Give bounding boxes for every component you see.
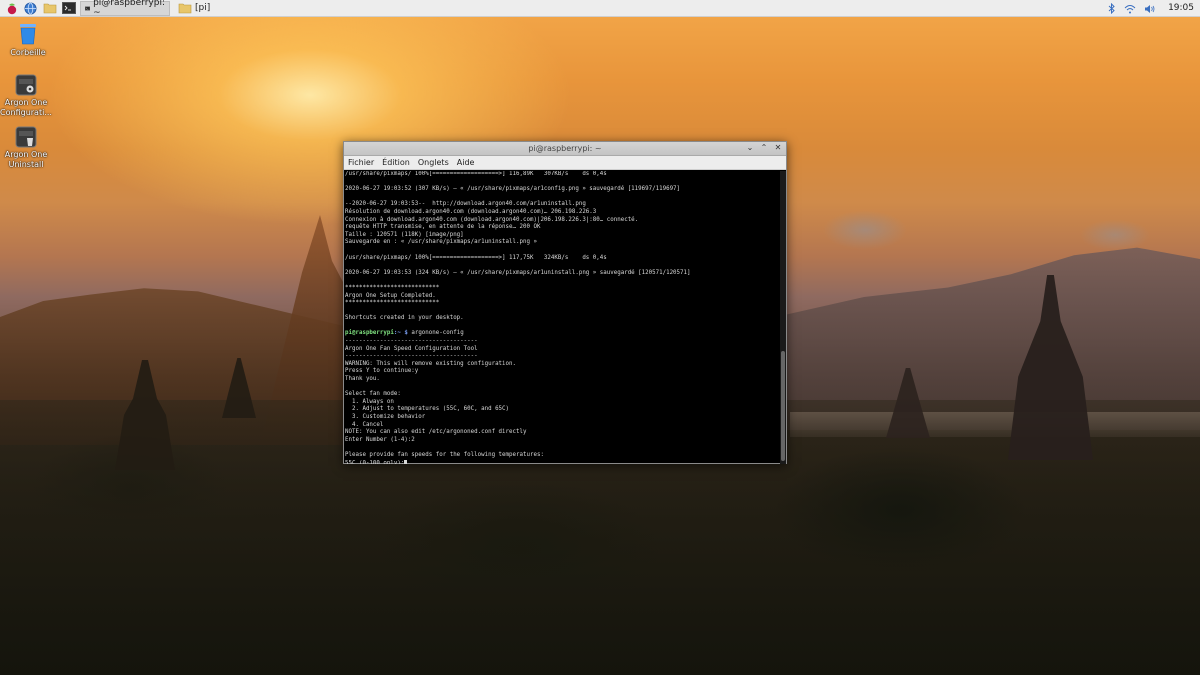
prompt-command: argonone-config <box>407 330 464 337</box>
desktop-icon-label: Argon One Uninstall <box>4 150 48 169</box>
input-prompt: 55C (0-100 only): <box>345 460 405 464</box>
prompt-user: pi@raspberrypi <box>345 330 394 337</box>
desktop-icon-argon-config[interactable]: Argon One Configurati... <box>0 74 54 118</box>
terminal-launcher-icon[interactable] <box>61 1 76 15</box>
terminal-line: 2020-06-27 19:03:52 (307 KB/s) — « /usr/… <box>345 186 681 193</box>
terminal-line: Thank you. <box>345 376 380 383</box>
terminal-line: -------------------------------------- <box>345 353 478 360</box>
file-manager-icon[interactable] <box>42 1 57 15</box>
taskbar: pi@raspberrypi: ~ [pi] 19:05 <box>0 0 1200 18</box>
terminal-line: Sauvegarde en : « /usr/share/pixmaps/ar1… <box>345 239 537 246</box>
terminal-line: Select fan mode: <box>345 391 401 398</box>
argon-uninstall-icon <box>15 126 37 148</box>
minimize-icon[interactable]: ⌄ <box>746 143 754 153</box>
raspberry-menu-icon[interactable] <box>4 1 19 15</box>
terminal-line: 4. Cancel <box>345 421 384 428</box>
terminal-line: Enter Number (1-4):2 <box>345 436 415 443</box>
task-label: [pi] <box>195 3 211 13</box>
trash-icon <box>20 24 36 45</box>
volume-icon[interactable] <box>1144 0 1156 18</box>
folder-icon <box>178 3 192 14</box>
terminal-line: Press Y to continue:y <box>345 368 419 375</box>
scrollbar[interactable] <box>780 171 786 464</box>
terminal-line: Argon One Fan Speed Configuration Tool <box>345 345 478 352</box>
prompt-line: pi@raspberrypi:~ $ argonone-config <box>345 330 780 338</box>
desktop-icon-label: Argon One Configurati... <box>0 98 52 117</box>
terminal-icon <box>85 5 91 11</box>
terminal-line: Please provide fan speeds for the follow… <box>345 451 544 458</box>
close-icon[interactable]: ✕ <box>774 143 782 153</box>
terminal-line: Argon One Setup Completed. <box>345 292 436 299</box>
terminal-line: 1. Always on <box>345 398 394 405</box>
scrollbar-thumb[interactable] <box>781 351 785 461</box>
window-titlebar[interactable]: pi@raspberrypi: ~ ⌄ ⌃ ✕ <box>344 142 786 156</box>
terminal-line: 2. Adjust to temperatures (55C, 60C, and… <box>345 406 510 413</box>
menu-file[interactable]: Fichier <box>348 158 374 167</box>
menu-tabs[interactable]: Onglets <box>418 158 449 167</box>
terminal-line: Taille : 120571 (118K) [image/png] <box>345 231 464 238</box>
terminal-line: -------------------------------------- <box>345 338 478 345</box>
terminal-line: 3. Customize behavior <box>345 414 426 420</box>
terminal-window[interactable]: pi@raspberrypi: ~ ⌄ ⌃ ✕ Fichier Édition … <box>343 141 787 464</box>
terminal-line: 2020-06-27 19:03:53 (324 KB/s) — « /usr/… <box>345 269 691 276</box>
terminal-line: NOTE: You can also edit /etc/argononed.c… <box>345 429 527 436</box>
prompt-path: :~ $ <box>393 330 408 337</box>
menu-edit[interactable]: Édition <box>382 158 410 167</box>
task-file-manager[interactable]: [pi] <box>174 1 264 16</box>
terminal-line: WARNING: This will remove existing confi… <box>345 360 517 367</box>
argon-config-icon <box>15 74 37 96</box>
clock[interactable]: 19:05 <box>1168 3 1194 13</box>
desktop-icon-trash[interactable]: Corbeille <box>0 22 56 58</box>
window-title: pi@raspberrypi: ~ <box>528 144 602 153</box>
terminal-line: *************************** <box>345 300 440 307</box>
terminal-line: Résolution de download.argon40.com (down… <box>345 208 597 215</box>
terminal-line: /usr/share/pixmaps/ 100%[===============… <box>345 171 607 177</box>
bluetooth-icon[interactable] <box>1108 0 1116 18</box>
terminal-line: *************************** <box>345 284 440 291</box>
menubar: Fichier Édition Onglets Aide <box>344 156 786 170</box>
terminal-line: Shortcuts created in your desktop. <box>345 315 464 322</box>
maximize-icon[interactable]: ⌃ <box>760 143 768 153</box>
browser-icon[interactable] <box>23 1 38 15</box>
desktop-icon-argon-uninstall[interactable]: Argon One Uninstall <box>0 126 54 170</box>
desktop-icon-label: Corbeille <box>10 48 46 57</box>
terminal-output[interactable]: /usr/share/pixmaps/ 100%[===============… <box>344 171 781 464</box>
input-line[interactable]: 55C (0-100 only): <box>345 459 780 464</box>
task-terminal[interactable]: pi@raspberrypi: ~ <box>80 0 170 18</box>
wifi-icon[interactable] <box>1124 0 1136 18</box>
system-tray: 19:05 <box>1108 0 1200 18</box>
terminal-line: /usr/share/pixmaps/ 100%[===============… <box>345 254 607 261</box>
terminal-line: --2020-06-27 19:03:53-- http://download.… <box>345 201 586 208</box>
task-label: pi@raspberrypi: ~ <box>93 0 165 18</box>
terminal-line: requête HTTP transmise, en attente de la… <box>345 224 541 231</box>
text-cursor <box>404 459 408 464</box>
menu-help[interactable]: Aide <box>457 158 475 167</box>
